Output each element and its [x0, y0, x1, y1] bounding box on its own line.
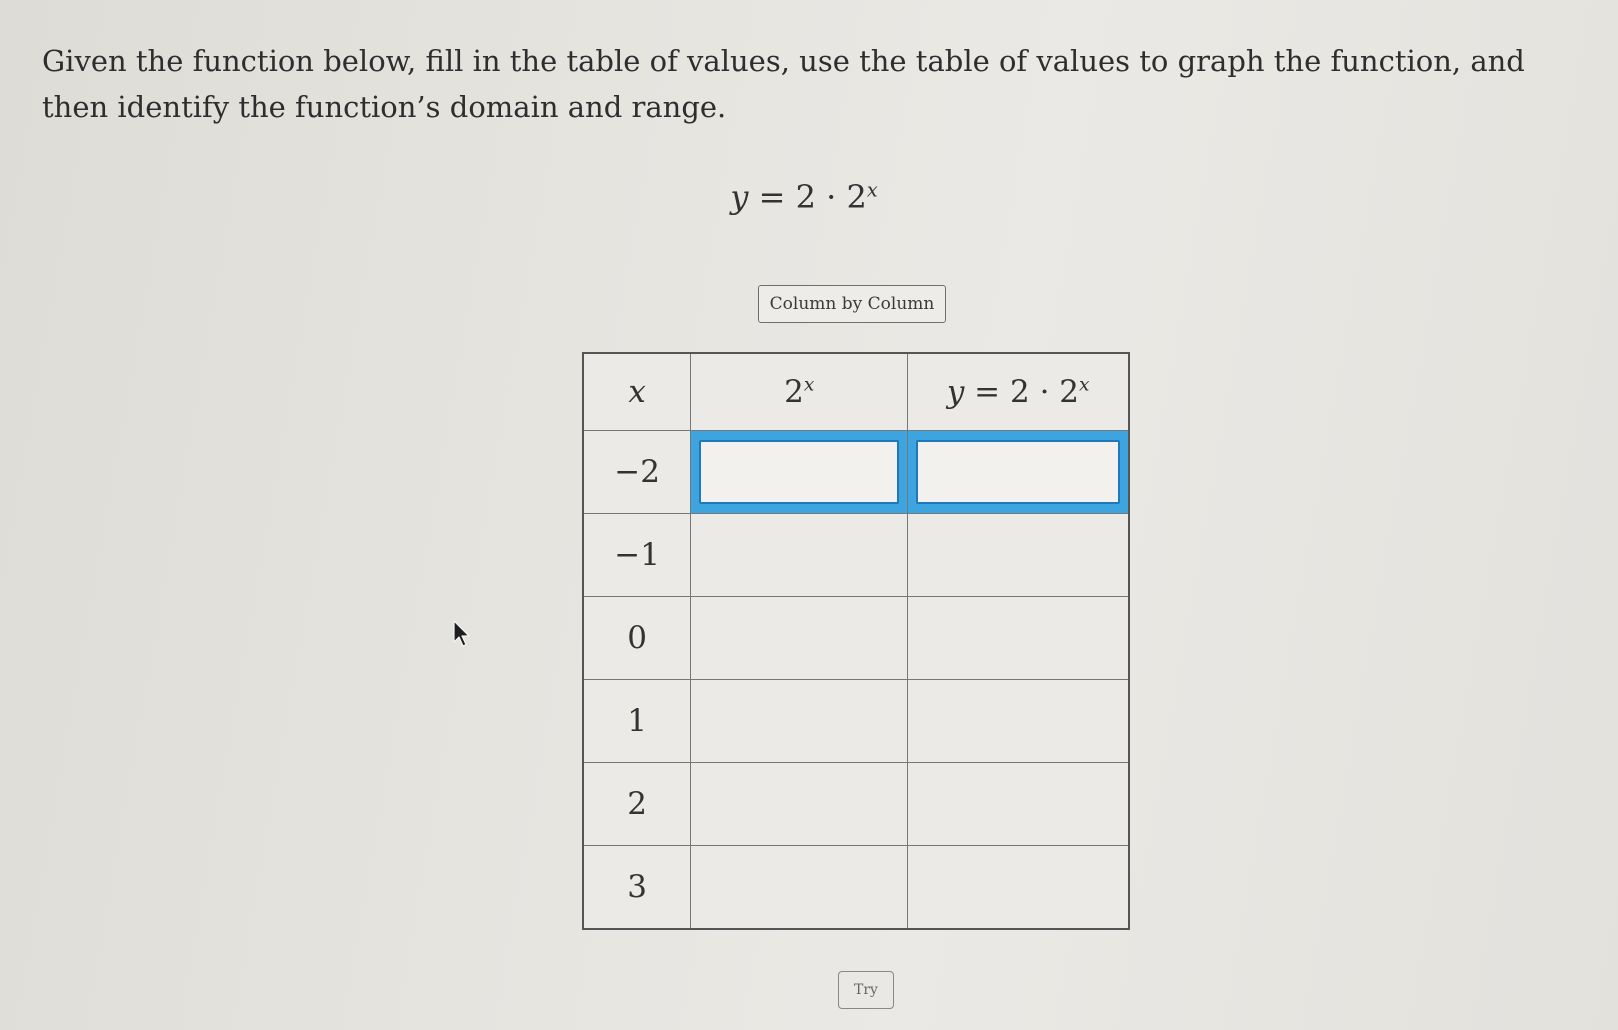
power-value-cell[interactable]	[690, 845, 909, 930]
power-value-cell[interactable]	[690, 513, 909, 597]
x-value-cell: 2	[582, 762, 692, 846]
x-value-cell: 3	[582, 845, 692, 930]
power-value-cell	[690, 430, 909, 514]
header-x: x	[582, 352, 692, 431]
header-y: y = 2 · 2x	[907, 352, 1130, 431]
table-header-row: x 2x y = 2 · 2x	[582, 352, 1130, 431]
worksheet-page: Given the function below, fill in the ta…	[0, 0, 1618, 1030]
table-row: 3	[582, 845, 1130, 930]
table-row: 0	[582, 596, 1130, 680]
mouse-pointer-icon	[453, 620, 470, 647]
power-value-cell[interactable]	[690, 762, 909, 846]
function-equation: y = 2 · 2x	[0, 178, 1618, 216]
equation-equals: =	[758, 178, 786, 216]
table-row: 2	[582, 762, 1130, 846]
x-value-cell: −1	[582, 513, 692, 597]
table-row: −1	[582, 513, 1130, 597]
try-button[interactable]: Try	[838, 971, 894, 1009]
header-power: 2x	[690, 352, 909, 431]
table-row: 1	[582, 679, 1130, 763]
equation-coefficient: 2 · 2	[795, 178, 867, 216]
table-of-values: x 2x y = 2 · 2x −2 −1 0 1 2 3	[582, 352, 1130, 930]
x-value-cell: 0	[582, 596, 692, 680]
table-row: −2	[582, 430, 1130, 514]
instructions-text: Given the function below, fill in the ta…	[42, 44, 1525, 124]
power-value-cell[interactable]	[690, 596, 909, 680]
equation-lhs: y	[730, 178, 749, 216]
y-value-cell[interactable]	[907, 513, 1130, 597]
y-value-cell[interactable]	[907, 845, 1130, 930]
y-value-cell[interactable]	[907, 679, 1130, 763]
y-value-cell[interactable]	[907, 762, 1130, 846]
x-value-cell: −2	[582, 430, 692, 514]
y-value-cell	[907, 430, 1130, 514]
y-input[interactable]	[916, 440, 1120, 504]
power-value-cell[interactable]	[690, 679, 909, 763]
x-value-cell: 1	[582, 679, 692, 763]
equation-exponent: x	[866, 178, 878, 202]
power-input[interactable]	[699, 440, 900, 504]
y-value-cell[interactable]	[907, 596, 1130, 680]
column-by-column-button[interactable]: Column by Column	[758, 285, 946, 323]
